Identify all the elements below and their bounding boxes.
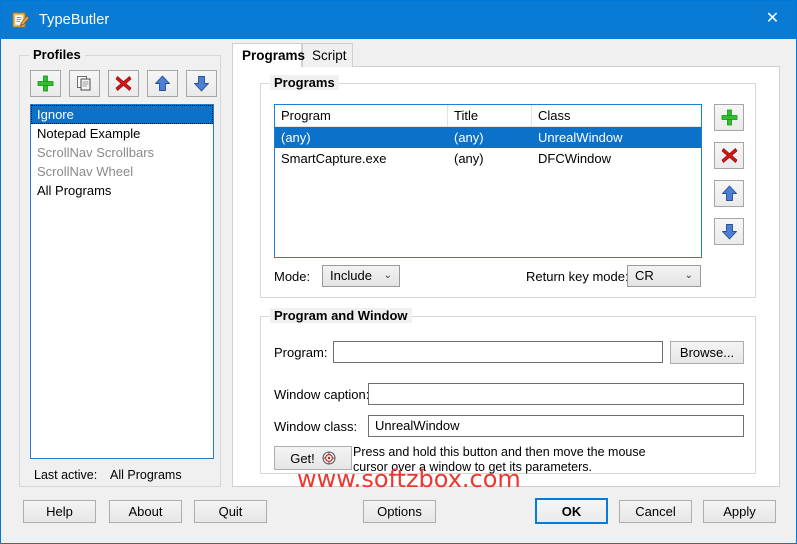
move-program-up-button[interactable] xyxy=(714,180,744,207)
table-header-row: Program Title Class xyxy=(275,105,701,127)
title-bar: TypeButler ✕ xyxy=(1,1,796,39)
program-and-window-group: Program and Window Program: Browse... Wi… xyxy=(260,316,756,474)
list-item[interactable]: ScrollNav Wheel xyxy=(31,162,213,181)
get-button-label: Get! xyxy=(290,451,315,466)
program-input[interactable] xyxy=(333,341,663,363)
move-program-down-button[interactable] xyxy=(714,218,744,245)
arrow-up-icon xyxy=(153,74,172,93)
cell-title: (any) xyxy=(448,127,532,148)
window-class-input[interactable]: UnrealWindow xyxy=(368,415,744,437)
crosshair-target-icon xyxy=(322,451,336,465)
quit-button[interactable]: Quit xyxy=(194,500,267,523)
window-caption-input[interactable] xyxy=(368,383,744,405)
table-row[interactable]: (any) (any) UnrealWindow xyxy=(275,127,701,148)
add-profile-button[interactable] xyxy=(30,70,61,97)
add-program-button[interactable] xyxy=(714,104,744,131)
plus-icon xyxy=(36,74,55,93)
mode-value: Include xyxy=(330,268,372,283)
list-item[interactable]: All Programs xyxy=(31,181,213,200)
apply-button[interactable]: Apply xyxy=(703,500,776,523)
mode-label: Mode: xyxy=(274,269,310,284)
cell-class: DFCWindow xyxy=(532,148,701,169)
column-header-class[interactable]: Class xyxy=(532,105,701,126)
profiles-list[interactable]: Ignore Notepad Example ScrollNav Scrollb… xyxy=(30,104,214,459)
table-row[interactable]: SmartCapture.exe (any) DFCWindow xyxy=(275,148,701,169)
cell-program: (any) xyxy=(275,127,448,148)
duplicate-profile-button[interactable] xyxy=(69,70,100,97)
cell-class: UnrealWindow xyxy=(532,127,701,148)
document-pencil-icon xyxy=(12,11,30,29)
chevron-down-icon: ⌄ xyxy=(384,266,392,286)
window-title: TypeButler xyxy=(39,12,109,28)
arrow-down-icon xyxy=(192,74,211,93)
profiles-panel: Profiles xyxy=(19,55,221,487)
return-key-mode-select[interactable]: CR ⌄ xyxy=(627,265,701,287)
program-label: Program: xyxy=(274,345,327,360)
application-window: TypeButler ✕ Profiles xyxy=(0,0,797,544)
window-class-label: Window class: xyxy=(274,419,357,434)
last-active-label: Last active: xyxy=(34,468,97,482)
chevron-down-icon: ⌄ xyxy=(685,266,693,286)
red-x-icon xyxy=(114,74,133,93)
options-button[interactable]: Options xyxy=(363,500,436,523)
mode-select[interactable]: Include ⌄ xyxy=(322,265,400,287)
ok-button[interactable]: OK xyxy=(535,498,608,524)
move-profile-up-button[interactable] xyxy=(147,70,178,97)
delete-profile-button[interactable] xyxy=(108,70,139,97)
last-active-status: Last active: All Programs xyxy=(34,468,182,482)
copy-icon xyxy=(75,74,94,93)
plus-icon xyxy=(720,108,739,127)
help-button[interactable]: Help xyxy=(23,500,96,523)
list-item[interactable]: Notepad Example xyxy=(31,124,213,143)
cell-title: (any) xyxy=(448,148,532,169)
tab-programs[interactable]: Programs xyxy=(232,43,302,67)
list-item[interactable]: Ignore xyxy=(31,105,213,124)
return-key-mode-label: Return key mode: xyxy=(526,269,629,284)
delete-program-button[interactable] xyxy=(714,142,744,169)
profiles-group-title: Profiles xyxy=(29,47,85,62)
close-icon[interactable]: ✕ xyxy=(749,1,796,34)
arrow-up-icon xyxy=(720,184,739,203)
window-caption-label: Window caption: xyxy=(274,387,369,402)
return-key-mode-value: CR xyxy=(635,268,654,283)
browse-button[interactable]: Browse... xyxy=(670,341,744,364)
get-hint-line-1: Press and hold this button and then move… xyxy=(353,445,646,460)
list-item[interactable]: ScrollNav Scrollbars xyxy=(31,143,213,162)
programs-table[interactable]: Program Title Class (any) (any) UnrealWi… xyxy=(274,104,702,258)
last-active-value: All Programs xyxy=(110,468,182,482)
red-x-icon xyxy=(720,146,739,165)
watermark-text: www.softzbox.com xyxy=(297,465,521,493)
tab-strip: Programs Script xyxy=(232,43,780,67)
arrow-down-icon xyxy=(720,222,739,241)
about-button[interactable]: About xyxy=(109,500,182,523)
column-header-program[interactable]: Program xyxy=(275,105,448,126)
column-header-title[interactable]: Title xyxy=(448,105,532,126)
cancel-button[interactable]: Cancel xyxy=(619,500,692,523)
tab-script[interactable]: Script xyxy=(302,43,353,67)
program-and-window-group-title: Program and Window xyxy=(270,308,412,323)
move-profile-down-button[interactable] xyxy=(186,70,217,97)
cell-program: SmartCapture.exe xyxy=(275,148,448,169)
programs-group-title: Programs xyxy=(270,75,339,90)
programs-group: Programs Program Title Class (any) (any)… xyxy=(260,83,756,298)
